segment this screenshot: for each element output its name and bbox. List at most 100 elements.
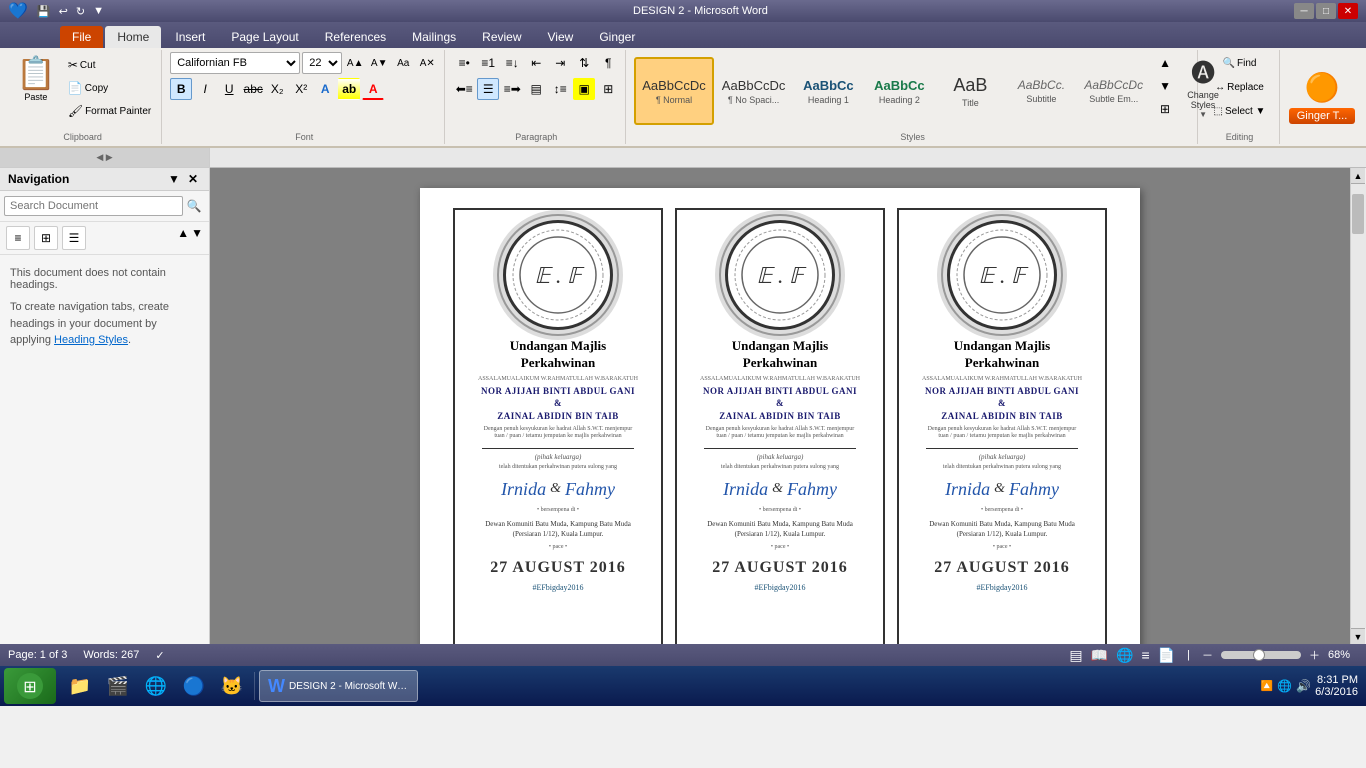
change-case-button[interactable]: Aa: [392, 52, 414, 74]
bold-button[interactable]: B: [170, 78, 192, 100]
taskbar-word[interactable]: W DESIGN 2 - Microsoft Word: [259, 670, 418, 702]
style-title[interactable]: AaB Title: [935, 57, 1005, 125]
tab-home[interactable]: Home: [105, 26, 161, 48]
taskbar-show-desktop[interactable]: 🔼: [1261, 681, 1273, 692]
replace-button[interactable]: ↔ Replace: [1211, 76, 1268, 98]
taskbar-clock[interactable]: 8:31 PM 6/3/2016: [1315, 674, 1358, 698]
line-spacing-button[interactable]: ↕≡: [549, 78, 571, 100]
nav-close-button[interactable]: ✕: [185, 172, 201, 186]
align-left-button[interactable]: ⬅≡: [453, 78, 475, 100]
nav-header-expand[interactable]: ▼: [165, 172, 183, 186]
qa-save[interactable]: 💾: [34, 3, 54, 20]
search-button[interactable]: 🔍: [183, 195, 205, 217]
ginger-button[interactable]: Ginger T...: [1289, 108, 1356, 124]
view-outline-icon[interactable]: ≡: [1142, 647, 1150, 663]
clear-formatting-button[interactable]: A✕: [416, 52, 438, 74]
highlight-color-button[interactable]: ab: [338, 78, 360, 100]
increase-indent-button[interactable]: ⇥: [549, 52, 571, 74]
tab-review[interactable]: Review: [470, 26, 533, 48]
view-web-icon[interactable]: 🌐: [1116, 647, 1133, 664]
scroll-up-button[interactable]: ▲: [1351, 168, 1365, 184]
styles-expand[interactable]: ⊞: [1154, 98, 1176, 120]
cut-button[interactable]: ✂ Cut: [64, 54, 155, 76]
tab-insert[interactable]: Insert: [163, 26, 217, 48]
styles-scroll-up[interactable]: ▲: [1154, 52, 1176, 74]
nav-grid-view[interactable]: ⊞: [34, 226, 58, 250]
style-no-spacing[interactable]: AaBbCcDc ¶ No Spaci...: [715, 57, 793, 125]
tab-file[interactable]: File: [60, 26, 103, 48]
search-input[interactable]: [4, 196, 183, 216]
qa-undo[interactable]: ↩: [56, 3, 71, 20]
styles-scroll-down[interactable]: ▼: [1154, 75, 1176, 97]
maximize-button[interactable]: □: [1316, 3, 1336, 19]
text-effects-button[interactable]: A: [314, 78, 336, 100]
multilevel-list-button[interactable]: ≡↓: [501, 52, 523, 74]
style-subtitle[interactable]: AaBbCc. Subtitle: [1006, 57, 1076, 125]
nav-page-view[interactable]: ☰: [62, 226, 86, 250]
superscript-button[interactable]: X²: [290, 78, 312, 100]
style-heading2[interactable]: AaBbCc Heading 2: [864, 57, 934, 125]
tab-view[interactable]: View: [536, 26, 586, 48]
scroll-thumb[interactable]: [1352, 194, 1364, 234]
zoom-in-button[interactable]: ＋: [1309, 647, 1320, 663]
copy-button[interactable]: 📄 Copy: [64, 77, 155, 99]
zoom-out-button[interactable]: －: [1202, 647, 1213, 663]
taskbar-chrome[interactable]: 🔵: [176, 670, 212, 702]
font-color-button[interactable]: A: [362, 78, 384, 100]
start-button[interactable]: ⊞: [4, 668, 56, 704]
zoom-slider[interactable]: [1221, 651, 1301, 659]
style-normal[interactable]: AaBbCcDc ¶ Normal: [634, 57, 714, 125]
qa-dropdown[interactable]: ▼: [90, 3, 107, 19]
zoom-thumb[interactable]: [1253, 649, 1265, 661]
view-normal-icon[interactable]: ▤: [1069, 647, 1082, 664]
show-formatting-button[interactable]: ¶: [597, 52, 619, 74]
heading-styles-link[interactable]: Heading Styles: [54, 334, 128, 346]
nav-list-view[interactable]: ≡: [6, 226, 30, 250]
decrease-font-size-button[interactable]: A▼: [368, 52, 390, 74]
spell-check-icon[interactable]: ✓: [155, 649, 164, 662]
align-right-button[interactable]: ≡➡: [501, 78, 523, 100]
vertical-scrollbar[interactable]: ▲ ▼: [1350, 168, 1366, 644]
document-area[interactable]: 𝔼 . 𝔽 Undangan MajlisPerkahwinan ASSALAM…: [210, 168, 1350, 644]
taskbar-folder[interactable]: 📁: [62, 670, 98, 702]
view-reading-icon[interactable]: 📖: [1091, 647, 1108, 664]
align-center-button[interactable]: ☰: [477, 78, 499, 100]
nav-prev[interactable]: ▲: [177, 226, 189, 250]
style-subtle-em[interactable]: AaBbCcDc Subtle Em...: [1077, 57, 1150, 125]
tab-mailings[interactable]: Mailings: [400, 26, 468, 48]
nav-next[interactable]: ▼: [191, 226, 203, 250]
qa-redo[interactable]: ↻: [73, 3, 88, 20]
taskbar-volume[interactable]: 🔊: [1296, 679, 1311, 693]
sort-button[interactable]: ⇅: [573, 52, 595, 74]
select-button[interactable]: ⬚ Select ▼: [1210, 100, 1270, 122]
increase-font-size-button[interactable]: A▲: [344, 52, 366, 74]
subscript-button[interactable]: X₂: [266, 78, 288, 100]
close-button[interactable]: ✕: [1338, 3, 1358, 19]
decrease-indent-button[interactable]: ⇤: [525, 52, 547, 74]
taskbar-media[interactable]: 🎬: [100, 670, 136, 702]
italic-button[interactable]: I: [194, 78, 216, 100]
minimize-button[interactable]: ─: [1294, 3, 1314, 19]
strikethrough-button[interactable]: abc: [242, 78, 264, 100]
view-draft-icon[interactable]: 📄: [1158, 647, 1175, 664]
bullets-button[interactable]: ≡•: [453, 52, 475, 74]
paste-button[interactable]: 📋 Paste: [10, 52, 62, 104]
shading-button[interactable]: ▣: [573, 78, 595, 100]
borders-button[interactable]: ⊞: [597, 78, 619, 100]
numbering-button[interactable]: ≡1: [477, 52, 499, 74]
scroll-down-button[interactable]: ▼: [1351, 628, 1365, 644]
find-button[interactable]: 🔍 Find: [1219, 52, 1261, 74]
taskbar-network[interactable]: 🌐: [1277, 679, 1292, 693]
scroll-track[interactable]: [1351, 184, 1366, 628]
tab-references[interactable]: References: [313, 26, 398, 48]
font-size-select[interactable]: 22: [302, 52, 342, 74]
style-heading1[interactable]: AaBbCc Heading 1: [793, 57, 863, 125]
tab-page-layout[interactable]: Page Layout: [219, 26, 310, 48]
justify-button[interactable]: ▤: [525, 78, 547, 100]
tab-ginger[interactable]: Ginger: [587, 26, 647, 48]
taskbar-cat[interactable]: 🐱: [214, 670, 250, 702]
font-family-select[interactable]: Californian FB: [170, 52, 300, 74]
underline-button[interactable]: U: [218, 78, 240, 100]
format-painter-button[interactable]: 🖌 Format Painter: [64, 100, 155, 122]
taskbar-ie[interactable]: 🌐: [138, 670, 174, 702]
